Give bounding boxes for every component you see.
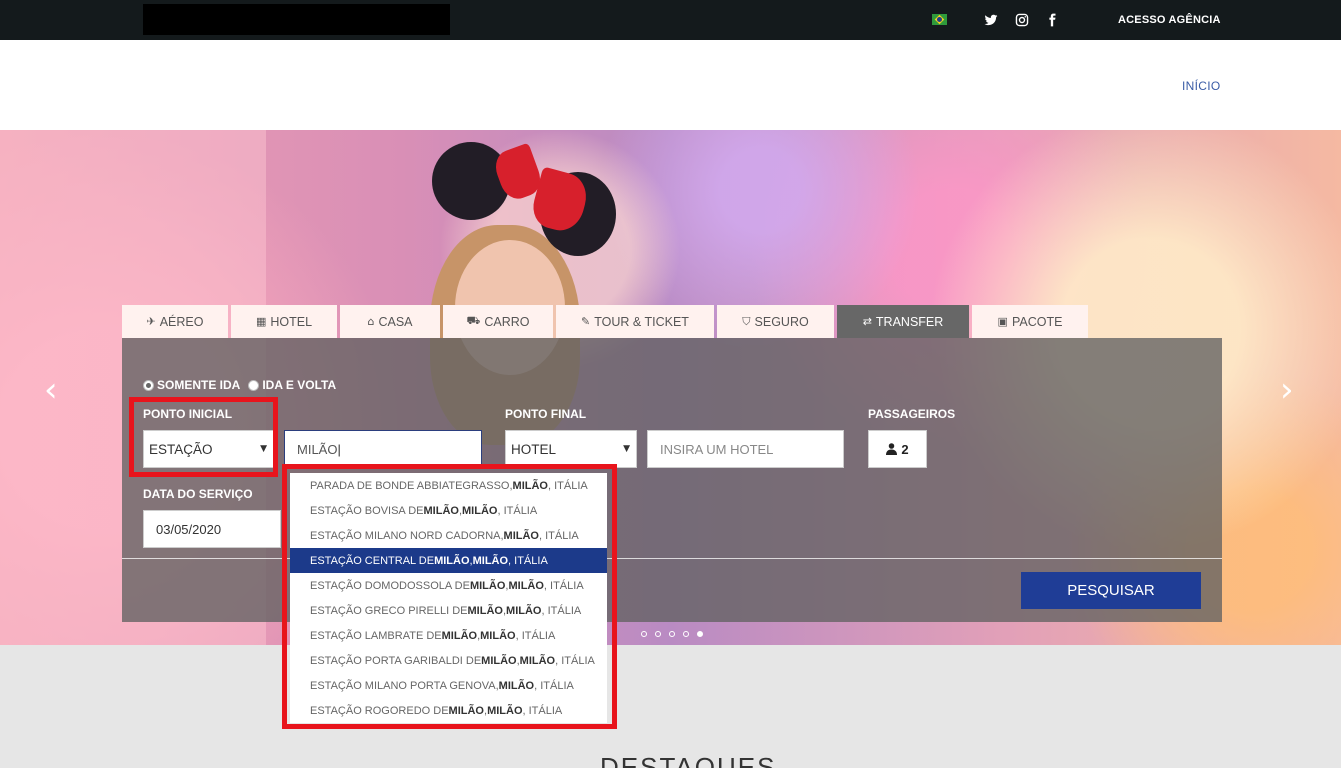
trip-type-group: SOMENTE IDA IDA E VOLTA: [143, 378, 336, 392]
carousel-next-arrow[interactable]: ›: [1280, 370, 1294, 410]
tab-pacote[interactable]: ▣ PACOTE: [972, 305, 1088, 338]
radio-unchecked-icon[interactable]: [248, 379, 260, 391]
exchange-icon: ⇄: [862, 315, 872, 328]
search-button[interactable]: PESQUISAR: [1021, 572, 1201, 609]
carousel-dot[interactable]: [641, 631, 647, 637]
data-servico-label: DATA DO SERVIÇO: [143, 487, 253, 501]
ponto-final-label: PONTO FINAL: [505, 407, 587, 421]
carousel-prev-arrow[interactable]: ‹: [44, 370, 58, 410]
building-icon: ▦: [255, 315, 267, 328]
service-date-input[interactable]: 03/05/2020: [143, 510, 281, 548]
tab-aereo[interactable]: ✈ AÉREO: [122, 305, 228, 338]
passageiros-label: PASSAGEIROS: [868, 407, 956, 421]
redacted-logo: [143, 4, 450, 35]
carousel-dot-active[interactable]: [697, 631, 703, 637]
radio-somente-ida[interactable]: SOMENTE IDA: [143, 378, 240, 392]
car-icon: ⛟: [466, 314, 481, 327]
tab-tour-ticket[interactable]: ✎ TOUR & TICKET: [556, 305, 714, 338]
carousel-dot[interactable]: [655, 631, 661, 637]
tab-transfer[interactable]: ⇄ TRANSFER: [837, 305, 969, 338]
tab-casa[interactable]: ⌂ CASA: [340, 305, 440, 338]
radio-ida-e-volta[interactable]: IDA E VOLTA: [248, 378, 336, 392]
passengers-button[interactable]: 2: [868, 430, 927, 468]
annotation-box-ponto-inicial: [129, 397, 278, 477]
ticket-icon: ✎: [581, 315, 591, 328]
user-icon: [886, 443, 898, 455]
nav-inicio-link[interactable]: INÍCIO: [1182, 79, 1220, 93]
tab-seguro[interactable]: ⛉ SEGURO: [717, 305, 834, 338]
ponto-inicial-input[interactable]: MILÃO |: [284, 430, 482, 468]
radio-checked-icon[interactable]: [143, 379, 154, 391]
twitter-icon[interactable]: [984, 13, 998, 27]
section-title-destaques: DESTAQUES: [600, 752, 777, 768]
site-header: INÍCIO: [0, 40, 1341, 130]
home-icon: ⌂: [367, 315, 375, 328]
instagram-icon[interactable]: [1015, 13, 1029, 27]
dropdown-caret-icon: ▼: [623, 444, 630, 454]
suitcase-icon: ▣: [997, 315, 1008, 328]
top-bar: ACESSO AGÊNCIA: [0, 0, 1341, 40]
agency-access-link[interactable]: ACESSO AGÊNCIA: [1118, 14, 1221, 26]
carousel-indicators: [641, 624, 711, 642]
hotel-input[interactable]: INSIRA UM HOTEL: [647, 430, 844, 468]
annotation-box-dropdown: [282, 464, 617, 729]
carousel-dot[interactable]: [683, 631, 689, 637]
facebook-icon[interactable]: [1045, 13, 1059, 27]
shield-icon: ⛉: [742, 314, 751, 328]
carousel-dot[interactable]: [669, 631, 675, 637]
plane-icon: ✈: [146, 315, 156, 328]
tab-carro[interactable]: ⛟ CARRO: [443, 305, 553, 338]
ponto-final-type-select[interactable]: HOTEL ▼: [505, 430, 637, 468]
brazil-flag-icon[interactable]: [932, 14, 947, 25]
tab-hotel[interactable]: ▦ HOTEL: [231, 305, 337, 338]
